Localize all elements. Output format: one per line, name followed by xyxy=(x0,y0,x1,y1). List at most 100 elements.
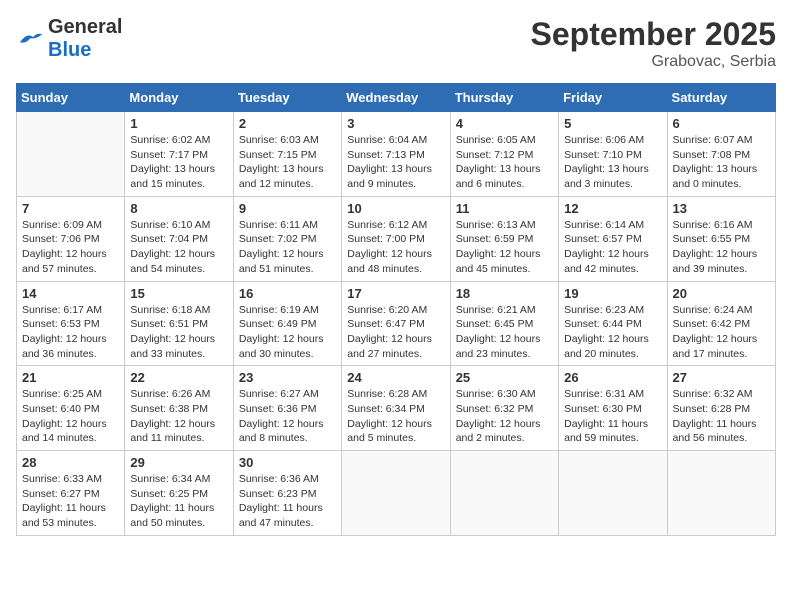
calendar-cell: 1 Sunrise: 6:02 AMSunset: 7:17 PMDaylight… xyxy=(125,112,233,197)
day-number: 2 xyxy=(239,116,336,131)
calendar-week-row: 1 Sunrise: 6:02 AMSunset: 7:17 PMDaylight… xyxy=(17,112,776,197)
calendar-cell: 15 Sunrise: 6:18 AMSunset: 6:51 PMDayligh… xyxy=(125,281,233,366)
column-header-thursday: Thursday xyxy=(450,84,558,112)
calendar-cell xyxy=(450,451,558,536)
day-number: 11 xyxy=(456,201,553,216)
day-number: 21 xyxy=(22,370,119,385)
calendar-cell xyxy=(17,112,125,197)
calendar-cell: 14 Sunrise: 6:17 AMSunset: 6:53 PMDayligh… xyxy=(17,281,125,366)
calendar-cell: 3 Sunrise: 6:04 AMSunset: 7:13 PMDaylight… xyxy=(342,112,450,197)
column-header-friday: Friday xyxy=(559,84,667,112)
day-info: Sunrise: 6:26 AMSunset: 6:38 PMDaylight:… xyxy=(130,387,227,446)
calendar-cell: 21 Sunrise: 6:25 AMSunset: 6:40 PMDayligh… xyxy=(17,366,125,451)
day-info: Sunrise: 6:06 AMSunset: 7:10 PMDaylight:… xyxy=(564,133,661,192)
day-number: 27 xyxy=(673,370,770,385)
calendar-cell xyxy=(559,451,667,536)
day-number: 4 xyxy=(456,116,553,131)
calendar-cell: 22 Sunrise: 6:26 AMSunset: 6:38 PMDayligh… xyxy=(125,366,233,451)
day-info: Sunrise: 6:36 AMSunset: 6:23 PMDaylight:… xyxy=(239,472,336,531)
column-header-monday: Monday xyxy=(125,84,233,112)
day-info: Sunrise: 6:07 AMSunset: 7:08 PMDaylight:… xyxy=(673,133,770,192)
column-header-wednesday: Wednesday xyxy=(342,84,450,112)
day-info: Sunrise: 6:05 AMSunset: 7:12 PMDaylight:… xyxy=(456,133,553,192)
calendar-cell: 10 Sunrise: 6:12 AMSunset: 7:00 PMDayligh… xyxy=(342,196,450,281)
day-number: 24 xyxy=(347,370,444,385)
day-number: 19 xyxy=(564,286,661,301)
day-info: Sunrise: 6:16 AMSunset: 6:55 PMDaylight:… xyxy=(673,218,770,277)
calendar-week-row: 28 Sunrise: 6:33 AMSunset: 6:27 PMDayligh… xyxy=(17,451,776,536)
day-info: Sunrise: 6:25 AMSunset: 6:40 PMDaylight:… xyxy=(22,387,119,446)
calendar-cell: 16 Sunrise: 6:19 AMSunset: 6:49 PMDayligh… xyxy=(233,281,341,366)
calendar-header-row: SundayMondayTuesdayWednesdayThursdayFrid… xyxy=(17,84,776,112)
day-number: 28 xyxy=(22,455,119,470)
day-number: 26 xyxy=(564,370,661,385)
column-header-tuesday: Tuesday xyxy=(233,84,341,112)
calendar-cell: 30Sunrise: 6:36 AMSunset: 6:23 PMDayligh… xyxy=(233,451,341,536)
calendar-cell: 18 Sunrise: 6:21 AMSunset: 6:45 PMDayligh… xyxy=(450,281,558,366)
day-info: Sunrise: 6:10 AMSunset: 7:04 PMDaylight:… xyxy=(130,218,227,277)
calendar-cell: 7Sunrise: 6:09 AMSunset: 7:06 PMDaylight… xyxy=(17,196,125,281)
day-info: Sunrise: 6:18 AMSunset: 6:51 PMDaylight:… xyxy=(130,303,227,362)
calendar-cell: 23 Sunrise: 6:27 AMSunset: 6:36 PMDayligh… xyxy=(233,366,341,451)
calendar-cell: 26 Sunrise: 6:31 AMSunset: 6:30 PMDayligh… xyxy=(559,366,667,451)
day-number: 23 xyxy=(239,370,336,385)
day-number: 1 xyxy=(130,116,227,131)
calendar-cell: 9Sunrise: 6:11 AMSunset: 7:02 PMDaylight… xyxy=(233,196,341,281)
day-info: Sunrise: 6:19 AMSunset: 6:49 PMDaylight:… xyxy=(239,303,336,362)
day-number: 20 xyxy=(673,286,770,301)
calendar-cell: 20 Sunrise: 6:24 AMSunset: 6:42 PMDayligh… xyxy=(667,281,775,366)
calendar-cell: 12 Sunrise: 6:14 AMSunset: 6:57 PMDayligh… xyxy=(559,196,667,281)
day-number: 10 xyxy=(347,201,444,216)
day-info: Sunrise: 6:33 AMSunset: 6:27 PMDaylight:… xyxy=(22,472,119,531)
day-number: 25 xyxy=(456,370,553,385)
location-title: Grabovac, Serbia xyxy=(531,53,776,71)
day-number: 18 xyxy=(456,286,553,301)
day-info: Sunrise: 6:12 AMSunset: 7:00 PMDaylight:… xyxy=(347,218,444,277)
calendar-cell xyxy=(667,451,775,536)
month-title: September 2025 xyxy=(531,16,776,53)
day-info: Sunrise: 6:03 AMSunset: 7:15 PMDaylight:… xyxy=(239,133,336,192)
calendar-cell: 19 Sunrise: 6:23 AMSunset: 6:44 PMDayligh… xyxy=(559,281,667,366)
day-info: Sunrise: 6:27 AMSunset: 6:36 PMDaylight:… xyxy=(239,387,336,446)
calendar-cell: 11 Sunrise: 6:13 AMSunset: 6:59 PMDayligh… xyxy=(450,196,558,281)
day-info: Sunrise: 6:23 AMSunset: 6:44 PMDaylight:… xyxy=(564,303,661,362)
calendar-week-row: 14 Sunrise: 6:17 AMSunset: 6:53 PMDayligh… xyxy=(17,281,776,366)
calendar-week-row: 21 Sunrise: 6:25 AMSunset: 6:40 PMDayligh… xyxy=(17,366,776,451)
calendar-cell: 6 Sunrise: 6:07 AMSunset: 7:08 PMDaylight… xyxy=(667,112,775,197)
day-info: Sunrise: 6:13 AMSunset: 6:59 PMDaylight:… xyxy=(456,218,553,277)
day-info: Sunrise: 6:02 AMSunset: 7:17 PMDaylight:… xyxy=(130,133,227,192)
day-info: Sunrise: 6:34 AMSunset: 6:25 PMDaylight:… xyxy=(130,472,227,531)
day-number: 8 xyxy=(130,201,227,216)
day-info: Sunrise: 6:31 AMSunset: 6:30 PMDaylight:… xyxy=(564,387,661,446)
day-number: 16 xyxy=(239,286,336,301)
day-info: Sunrise: 6:24 AMSunset: 6:42 PMDaylight:… xyxy=(673,303,770,362)
day-number: 13 xyxy=(673,201,770,216)
logo-icon xyxy=(16,29,44,49)
day-info: Sunrise: 6:09 AMSunset: 7:06 PMDaylight:… xyxy=(22,218,119,277)
title-area: September 2025 Grabovac, Serbia xyxy=(531,16,776,71)
calendar-week-row: 7Sunrise: 6:09 AMSunset: 7:06 PMDaylight… xyxy=(17,196,776,281)
day-number: 15 xyxy=(130,286,227,301)
calendar-cell xyxy=(342,451,450,536)
calendar-cell: 29Sunrise: 6:34 AMSunset: 6:25 PMDayligh… xyxy=(125,451,233,536)
calendar-cell: 17Sunrise: 6:20 AMSunset: 6:47 PMDayligh… xyxy=(342,281,450,366)
calendar-cell: 24Sunrise: 6:28 AMSunset: 6:34 PMDayligh… xyxy=(342,366,450,451)
day-number: 6 xyxy=(673,116,770,131)
day-number: 14 xyxy=(22,286,119,301)
day-info: Sunrise: 6:32 AMSunset: 6:28 PMDaylight:… xyxy=(673,387,770,446)
calendar-cell: 13 Sunrise: 6:16 AMSunset: 6:55 PMDayligh… xyxy=(667,196,775,281)
calendar-cell: 8 Sunrise: 6:10 AMSunset: 7:04 PMDaylight… xyxy=(125,196,233,281)
day-number: 22 xyxy=(130,370,227,385)
day-number: 3 xyxy=(347,116,444,131)
day-info: Sunrise: 6:21 AMSunset: 6:45 PMDaylight:… xyxy=(456,303,553,362)
logo-text: General Blue xyxy=(48,16,122,62)
day-info: Sunrise: 6:14 AMSunset: 6:57 PMDaylight:… xyxy=(564,218,661,277)
day-info: Sunrise: 6:17 AMSunset: 6:53 PMDaylight:… xyxy=(22,303,119,362)
calendar-cell: 4 Sunrise: 6:05 AMSunset: 7:12 PMDaylight… xyxy=(450,112,558,197)
calendar-cell: 28 Sunrise: 6:33 AMSunset: 6:27 PMDayligh… xyxy=(17,451,125,536)
column-header-saturday: Saturday xyxy=(667,84,775,112)
day-info: Sunrise: 6:04 AMSunset: 7:13 PMDaylight:… xyxy=(347,133,444,192)
day-info: Sunrise: 6:30 AMSunset: 6:32 PMDaylight:… xyxy=(456,387,553,446)
day-number: 12 xyxy=(564,201,661,216)
day-number: 9 xyxy=(239,201,336,216)
